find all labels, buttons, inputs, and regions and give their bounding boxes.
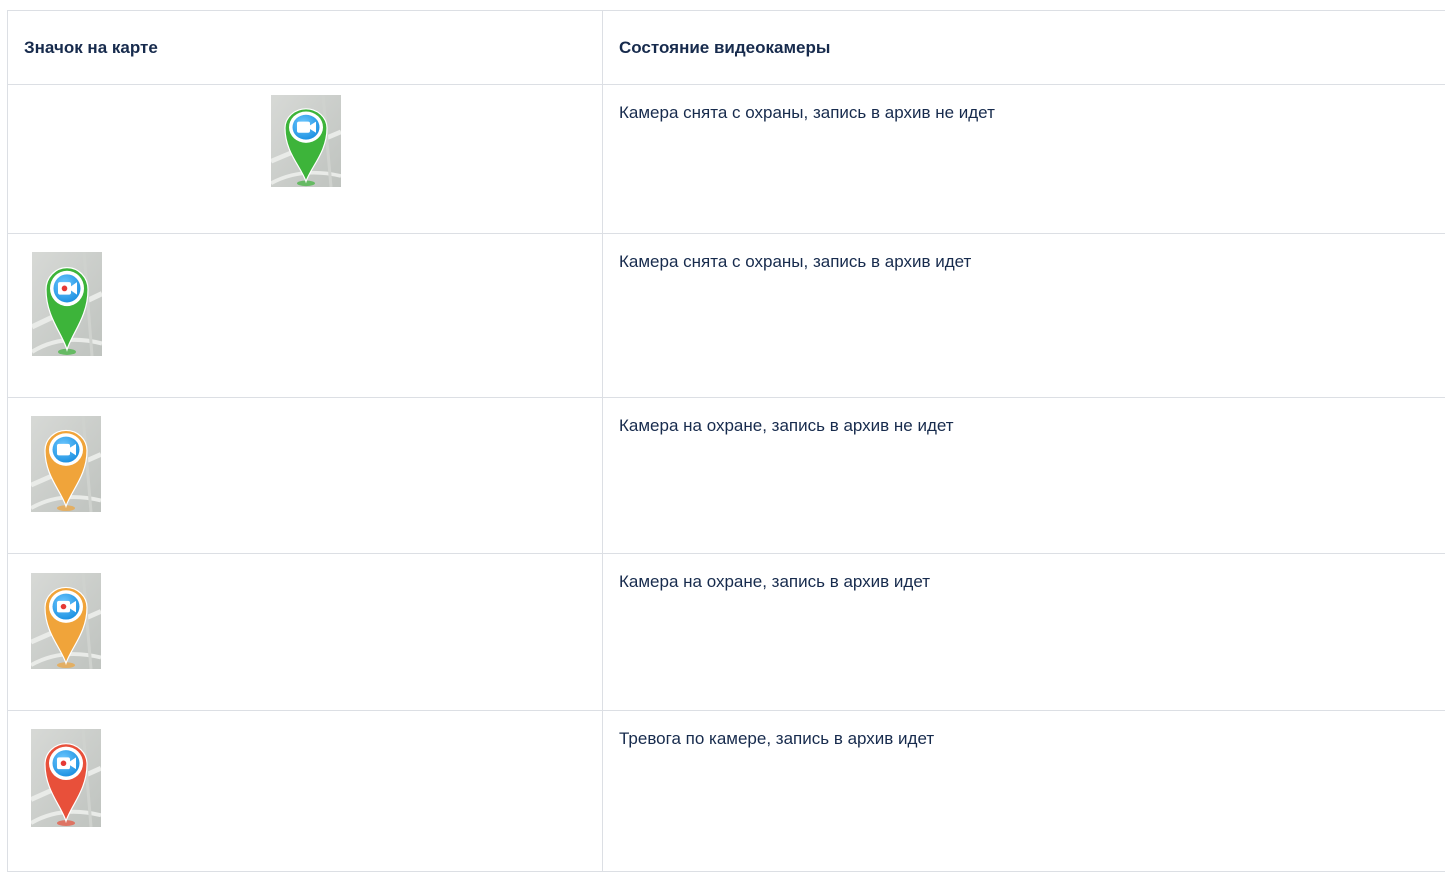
state-cell: Камера на охране, запись в архив не идет <box>603 398 1445 554</box>
camera-status-table: Значок на карте Состояние видеокамеры Ка… <box>7 10 1445 872</box>
state-cell: Камера на охране, запись в архив идет <box>603 554 1445 711</box>
header-icon-label: Значок на карте <box>8 38 602 58</box>
state-cell: Камера снята с охраны, запись в архив ид… <box>603 234 1445 398</box>
map-pin-camera-recording-icon <box>31 729 101 827</box>
state-cell: Тревога по камере, запись в архив идет <box>603 711 1445 872</box>
table-row: Камера на охране, запись в архив не идет <box>8 398 1445 554</box>
header-icon-column: Значок на карте <box>8 11 603 85</box>
table-row: Камера снята с охраны, запись в архив ид… <box>8 234 1445 398</box>
map-pin-camera-icon <box>31 416 101 512</box>
icon-cell <box>8 234 603 398</box>
table-header-row: Значок на карте Состояние видеокамеры <box>8 11 1445 85</box>
map-pin-camera-recording-icon <box>31 573 101 669</box>
header-state-label: Состояние видеокамеры <box>603 38 1445 58</box>
table-row: Камера снята с охраны, запись в архив не… <box>8 85 1445 234</box>
table-row: Камера на охране, запись в архив идет <box>8 554 1445 711</box>
state-text: Камера на охране, запись в архив идет <box>603 554 1445 594</box>
state-text: Камера снята с охраны, запись в архив ид… <box>603 234 1445 274</box>
icon-cell <box>8 711 603 872</box>
state-cell: Камера снята с охраны, запись в архив не… <box>603 85 1445 234</box>
icon-cell <box>8 554 603 711</box>
header-state-column: Состояние видеокамеры <box>603 11 1445 85</box>
icon-cell <box>8 85 603 234</box>
state-text: Тревога по камере, запись в архив идет <box>603 711 1445 751</box>
table-row: Тревога по камере, запись в архив идет <box>8 711 1445 872</box>
map-pin-camera-recording-icon <box>32 252 102 356</box>
icon-cell <box>8 398 603 554</box>
map-pin-camera-icon <box>271 95 341 187</box>
state-text: Камера снята с охраны, запись в архив не… <box>603 85 1445 125</box>
state-text: Камера на охране, запись в архив не идет <box>603 398 1445 438</box>
